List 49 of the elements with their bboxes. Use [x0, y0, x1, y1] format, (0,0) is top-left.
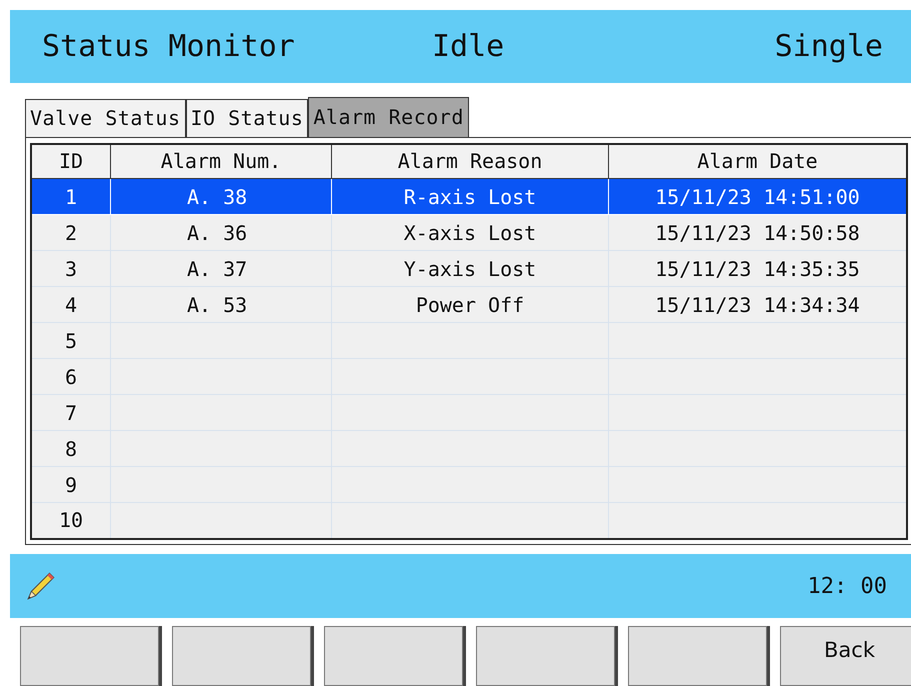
function-button[interactable] — [172, 626, 311, 686]
function-button[interactable] — [20, 626, 159, 686]
table-cell: 1 — [64, 184, 78, 209]
function-button[interactable] — [628, 626, 767, 686]
table-row[interactable]: 8 — [31, 430, 907, 467]
machine-state: Idle — [432, 28, 506, 64]
table-row[interactable]: 3 A. 37 Y-axis Lost 15/11/23 14:35:35 — [31, 250, 907, 287]
table-cell: 2 — [64, 220, 78, 245]
table-cell: 5 — [64, 328, 78, 353]
table-cell: R-axis Lost — [404, 184, 536, 209]
table-row[interactable]: 10 — [31, 502, 907, 539]
tab[interactable]: IO Status — [186, 98, 308, 137]
run-mode: Single — [774, 28, 883, 64]
table-cell: 15/11/23 14:34:34 — [655, 292, 860, 317]
table-cell: 15/11/23 14:50:58 — [655, 220, 860, 245]
tab[interactable]: Valve Status — [25, 98, 186, 137]
column-header: Alarm Date — [608, 144, 907, 179]
table-cell: Power Off — [416, 292, 524, 317]
table-cell: 8 — [64, 436, 78, 461]
back-button[interactable]: Back — [780, 626, 911, 686]
table-row[interactable]: 5 — [31, 322, 907, 359]
table-cell: 3 — [64, 256, 78, 281]
table-row[interactable]: 6 — [31, 358, 907, 395]
table-row[interactable]: 9 — [31, 466, 907, 503]
table-cell: A. 53 — [187, 292, 248, 317]
table-cell: 15/11/23 14:51:00 — [655, 184, 860, 209]
table-cell: A. 37 — [187, 256, 248, 281]
function-button[interactable] — [476, 626, 615, 686]
column-header: Alarm Reason — [332, 144, 608, 179]
table-row[interactable]: 4 A. 53 Power Off 15/11/23 14:34:34 — [31, 286, 907, 323]
table-cell: Y-axis Lost — [404, 256, 536, 281]
tab[interactable]: Alarm Record — [308, 96, 469, 137]
clock-time: 12: 00 — [808, 574, 887, 599]
table-cell: 6 — [64, 364, 78, 389]
table-cell: 9 — [64, 472, 78, 497]
table-cell: A. 36 — [187, 220, 248, 245]
table-cell: X-axis Lost — [404, 220, 536, 245]
column-header: Alarm Num. — [110, 144, 332, 179]
function-button[interactable] — [324, 626, 463, 686]
table-row[interactable]: 2 A. 36 X-axis Lost 15/11/23 14:50:58 — [31, 214, 907, 251]
screen-title: Status Monitor — [42, 28, 296, 64]
table-cell: 10 — [58, 508, 84, 532]
table-cell: A. 38 — [187, 184, 248, 209]
table-row[interactable]: 1 A. 38 R-axis Lost 15/11/23 14:51:00 — [31, 178, 907, 215]
table-cell: 4 — [64, 292, 78, 317]
column-header: ID — [31, 144, 110, 179]
table-row[interactable]: 7 — [31, 394, 907, 431]
table-cell: 7 — [64, 400, 78, 425]
table-cell: 15/11/23 14:35:35 — [655, 256, 860, 281]
